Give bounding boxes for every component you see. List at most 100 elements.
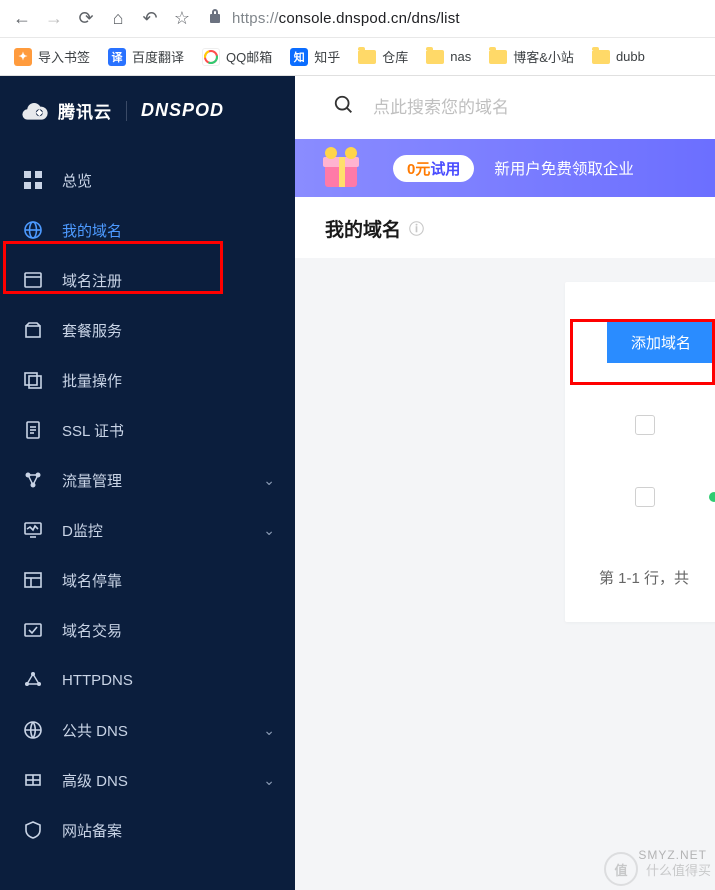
- watermark: 值 什么值得买: [604, 852, 711, 886]
- add-domain-button[interactable]: 添加域名: [607, 322, 715, 363]
- sidebar-item-beian[interactable]: 网站备案: [0, 805, 295, 855]
- banner-pill: 0元试用: [393, 155, 474, 182]
- monitor-icon: [22, 519, 44, 541]
- browser-nav-bar: ← → ⟳ ⌂ ↶ ☆ https://console.dnspod.cn/dn…: [0, 0, 715, 38]
- sidebar-item-register[interactable]: 域名注册: [0, 255, 295, 305]
- table-header-row: [635, 415, 715, 435]
- sidebar-item-publicdns[interactable]: 公共 DNS ⌄: [0, 705, 295, 755]
- bookmarks-bar: ✦ 导入书签译百度翻译QQ邮箱知知乎 仓库 nas 博客&小站 dubb: [0, 38, 715, 76]
- info-icon[interactable]: ⓘ: [409, 218, 424, 239]
- content-area: 添加域名 第 1-1 行，共: [295, 258, 715, 890]
- sidebar-item-label: 域名交易: [62, 620, 122, 641]
- bookmark-item[interactable]: 知知乎: [284, 43, 346, 70]
- sidebar-item-my-domains[interactable]: 我的域名: [0, 205, 295, 255]
- sidebar-item-trade[interactable]: 域名交易: [0, 605, 295, 655]
- bookmark-item[interactable]: QQ邮箱: [196, 43, 278, 70]
- reload-button[interactable]: ⟳: [72, 5, 100, 33]
- bookmark-item[interactable]: dubb: [586, 45, 651, 68]
- sidebar-item-overview[interactable]: 总览: [0, 155, 295, 205]
- search-bar: [295, 76, 715, 139]
- sidebar-item-label: 公共 DNS: [62, 720, 128, 741]
- gift-illustration-icon: [313, 143, 373, 193]
- sidebar-item-label: 域名注册: [62, 270, 122, 291]
- bookmark-label: nas: [450, 49, 471, 64]
- trade-icon: [22, 619, 44, 641]
- bookmark-favicon-icon: 译: [108, 48, 126, 66]
- sidebar-item-traffic[interactable]: 流量管理 ⌄: [0, 455, 295, 505]
- undo-button[interactable]: ↶: [136, 5, 164, 33]
- search-icon: [333, 94, 355, 121]
- url-text: https://console.dnspod.cn/dns/list: [232, 10, 460, 27]
- sidebar-item-httpdns[interactable]: HTTPDNS: [0, 655, 295, 705]
- folder-icon: [426, 50, 444, 64]
- address-bar[interactable]: https://console.dnspod.cn/dns/list: [208, 8, 707, 29]
- sidebar-item-label: 总览: [62, 170, 92, 191]
- sidebar-item-label: 流量管理: [62, 470, 122, 491]
- bookmark-item[interactable]: 译百度翻译: [102, 43, 190, 70]
- watermark-text: 什么值得买: [646, 860, 711, 879]
- home-button[interactable]: ⌂: [104, 5, 132, 33]
- bookmark-label: 导入书签: [38, 47, 90, 66]
- world-icon: [22, 719, 44, 741]
- bookmark-label: 博客&小站: [513, 47, 574, 66]
- watermark-badge-icon: 值: [604, 852, 638, 886]
- chevron-down-icon: ⌄: [263, 522, 275, 539]
- globe-icon: [22, 219, 44, 241]
- bookmark-item[interactable]: 仓库: [352, 43, 414, 70]
- app-container: 腾讯云 DNSPOD 总览我的域名域名注册套餐服务批量操作 SSL 证书流量管理 ⌄…: [0, 76, 715, 890]
- search-input[interactable]: [373, 98, 709, 118]
- sidebar-item-dmonitor[interactable]: D监控 ⌄: [0, 505, 295, 555]
- sidebar-item-batch[interactable]: 批量操作: [0, 355, 295, 405]
- select-all-checkbox[interactable]: [635, 415, 655, 435]
- stack-icon: [22, 369, 44, 391]
- status-dot-icon: [709, 492, 715, 502]
- panel-icon: [22, 569, 44, 591]
- sidebar: 腾讯云 DNSPOD 总览我的域名域名注册套餐服务批量操作 SSL 证书流量管理 ⌄…: [0, 76, 295, 890]
- forward-button[interactable]: →: [40, 5, 68, 33]
- domain-list-card: 添加域名 第 1-1 行，共: [565, 282, 715, 622]
- brand-header[interactable]: 腾讯云 DNSPOD: [0, 76, 295, 145]
- page-title: 我的域名: [325, 215, 401, 242]
- chevron-down-icon: ⌄: [263, 722, 275, 739]
- sidebar-item-ssl[interactable]: SSL 证书: [0, 405, 295, 455]
- bookmark-item[interactable]: 博客&小站: [483, 43, 580, 70]
- bookmark-label: 知乎: [314, 47, 340, 66]
- sidebar-item-parking[interactable]: 域名停靠: [0, 555, 295, 605]
- folder-icon: [358, 50, 376, 64]
- bookmark-label: 仓库: [382, 47, 408, 66]
- folder-icon: [592, 50, 610, 64]
- row-checkbox[interactable]: [635, 487, 655, 507]
- back-button[interactable]: ←: [8, 5, 36, 33]
- package-icon: [22, 319, 44, 341]
- sidebar-item-label: 网站备案: [62, 820, 122, 841]
- window-icon: [22, 269, 44, 291]
- sidebar-item-advdns[interactable]: 高级 DNS⌄: [0, 755, 295, 805]
- sidebar-item-label: SSL 证书: [62, 420, 124, 441]
- dots-icon: [22, 669, 44, 691]
- bookmark-favicon-icon: ✦: [14, 48, 32, 66]
- tencent-cloud-logo-icon: [22, 101, 48, 121]
- table-row[interactable]: [635, 487, 715, 507]
- doc-icon: [22, 419, 44, 441]
- bookmark-item[interactable]: nas: [420, 45, 477, 68]
- brand-tencent-label: 腾讯云: [58, 98, 112, 123]
- sidebar-item-label: 批量操作: [62, 370, 122, 391]
- sidebar-item-label: HTTPDNS: [62, 672, 133, 689]
- sidebar-item-label: 套餐服务: [62, 320, 122, 341]
- folder-icon: [489, 50, 507, 64]
- sidebar-item-plans[interactable]: 套餐服务: [0, 305, 295, 355]
- brand-dnspod-label: DNSPOD: [141, 100, 224, 121]
- grid-icon: [22, 169, 44, 191]
- lock-icon: [208, 8, 222, 29]
- nodes-icon: [22, 469, 44, 491]
- brand-divider: [126, 101, 127, 121]
- star-button[interactable]: ☆: [168, 5, 196, 33]
- adv-icon: [22, 769, 44, 791]
- banner-text: 新用户免费领取企业: [494, 157, 634, 179]
- page-title-row: 我的域名 ⓘ: [295, 197, 715, 258]
- bookmark-item[interactable]: ✦ 导入书签: [8, 43, 96, 70]
- chevron-down-icon: ⌄: [263, 472, 275, 489]
- promo-banner[interactable]: 0元试用 新用户免费领取企业: [295, 139, 715, 197]
- sidebar-item-label: D监控: [62, 520, 103, 541]
- chevron-down-icon: ⌄: [263, 772, 275, 789]
